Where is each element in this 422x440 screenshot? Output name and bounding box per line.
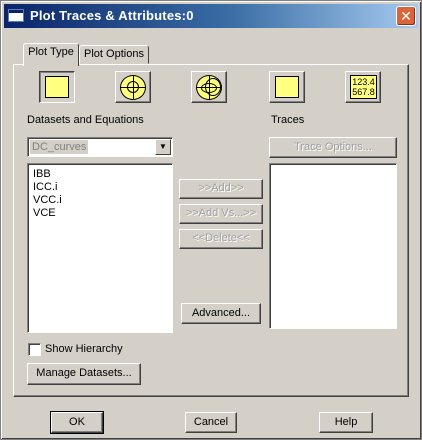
ok-label: OK bbox=[69, 416, 85, 428]
tab-plot-options[interactable]: Plot Options bbox=[79, 45, 149, 64]
tab-label: Plot Options bbox=[84, 48, 144, 60]
trace-options-button[interactable]: Trace Options... bbox=[269, 137, 397, 158]
tab-label: Plot Type bbox=[28, 46, 74, 58]
help-label: Help bbox=[334, 416, 358, 428]
list-item[interactable]: ICC.i bbox=[33, 181, 57, 194]
stacked-plot-icon bbox=[275, 76, 299, 98]
delete-label: <<Delete<< bbox=[192, 232, 250, 244]
add-vs-label: >>Add Vs...>> bbox=[185, 207, 257, 219]
trace-options-label: Trace Options... bbox=[294, 141, 372, 153]
add-label: >>Add>> bbox=[198, 182, 244, 194]
add-vs-button[interactable]: >>Add Vs...>> bbox=[179, 204, 263, 224]
close-button[interactable]: ✕ bbox=[396, 6, 416, 26]
list-item[interactable]: VCC.i bbox=[33, 194, 62, 207]
variables-list[interactable]: IBB ICC.i VCC.i VCE bbox=[27, 163, 173, 333]
help-button[interactable]: Help bbox=[319, 412, 373, 433]
close-icon: ✕ bbox=[400, 8, 412, 24]
rectangular-plot-icon bbox=[45, 76, 69, 98]
advanced-button[interactable]: Advanced... bbox=[181, 303, 261, 324]
advanced-label: Advanced... bbox=[191, 307, 251, 319]
ok-button[interactable]: OK bbox=[50, 411, 104, 434]
smith-chart-button[interactable] bbox=[191, 71, 227, 103]
plot-traces-dialog: Plot Traces & Attributes:0 ✕ Plot Type P… bbox=[0, 0, 422, 440]
polar-plot-icon bbox=[120, 75, 146, 100]
dataset-select[interactable]: DC_curves ▼ bbox=[27, 137, 173, 157]
delete-button[interactable]: <<Delete<< bbox=[179, 229, 263, 249]
cancel-label: Cancel bbox=[193, 416, 229, 428]
dataset-select-value: DC_curves bbox=[30, 140, 89, 154]
table-icon-line2: 567.8 bbox=[352, 87, 375, 97]
add-button[interactable]: >>Add>> bbox=[179, 179, 263, 199]
window-title: Plot Traces & Attributes:0 bbox=[30, 8, 194, 23]
polar-plot-button[interactable] bbox=[115, 71, 151, 103]
rectangular-plot-button[interactable] bbox=[39, 71, 75, 103]
show-hierarchy-label: Show Hierarchy bbox=[45, 343, 123, 355]
cancel-button[interactable]: Cancel bbox=[185, 412, 237, 433]
traces-list[interactable] bbox=[269, 163, 397, 329]
title-bar[interactable]: Plot Traces & Attributes:0 ✕ bbox=[4, 4, 418, 28]
datasets-heading: Datasets and Equations bbox=[27, 114, 144, 126]
list-table-icon: 123.4 567.8 bbox=[350, 75, 377, 99]
chevron-down-icon[interactable]: ▼ bbox=[155, 139, 171, 155]
manage-datasets-button[interactable]: Manage Datasets... bbox=[27, 363, 141, 385]
stacked-plot-button[interactable] bbox=[269, 71, 305, 103]
list-item[interactable]: VCE bbox=[33, 207, 56, 220]
list-table-button[interactable]: 123.4 567.8 bbox=[345, 71, 381, 103]
list-item[interactable]: IBB bbox=[33, 168, 51, 181]
tab-plot-type[interactable]: Plot Type bbox=[23, 43, 79, 66]
manage-datasets-label: Manage Datasets... bbox=[36, 367, 132, 379]
show-hierarchy-checkbox[interactable] bbox=[28, 343, 41, 356]
traces-heading: Traces bbox=[271, 114, 305, 126]
smith-chart-icon bbox=[196, 75, 222, 100]
window-app-icon bbox=[8, 9, 24, 22]
table-icon-line1: 123.4 bbox=[352, 77, 375, 87]
